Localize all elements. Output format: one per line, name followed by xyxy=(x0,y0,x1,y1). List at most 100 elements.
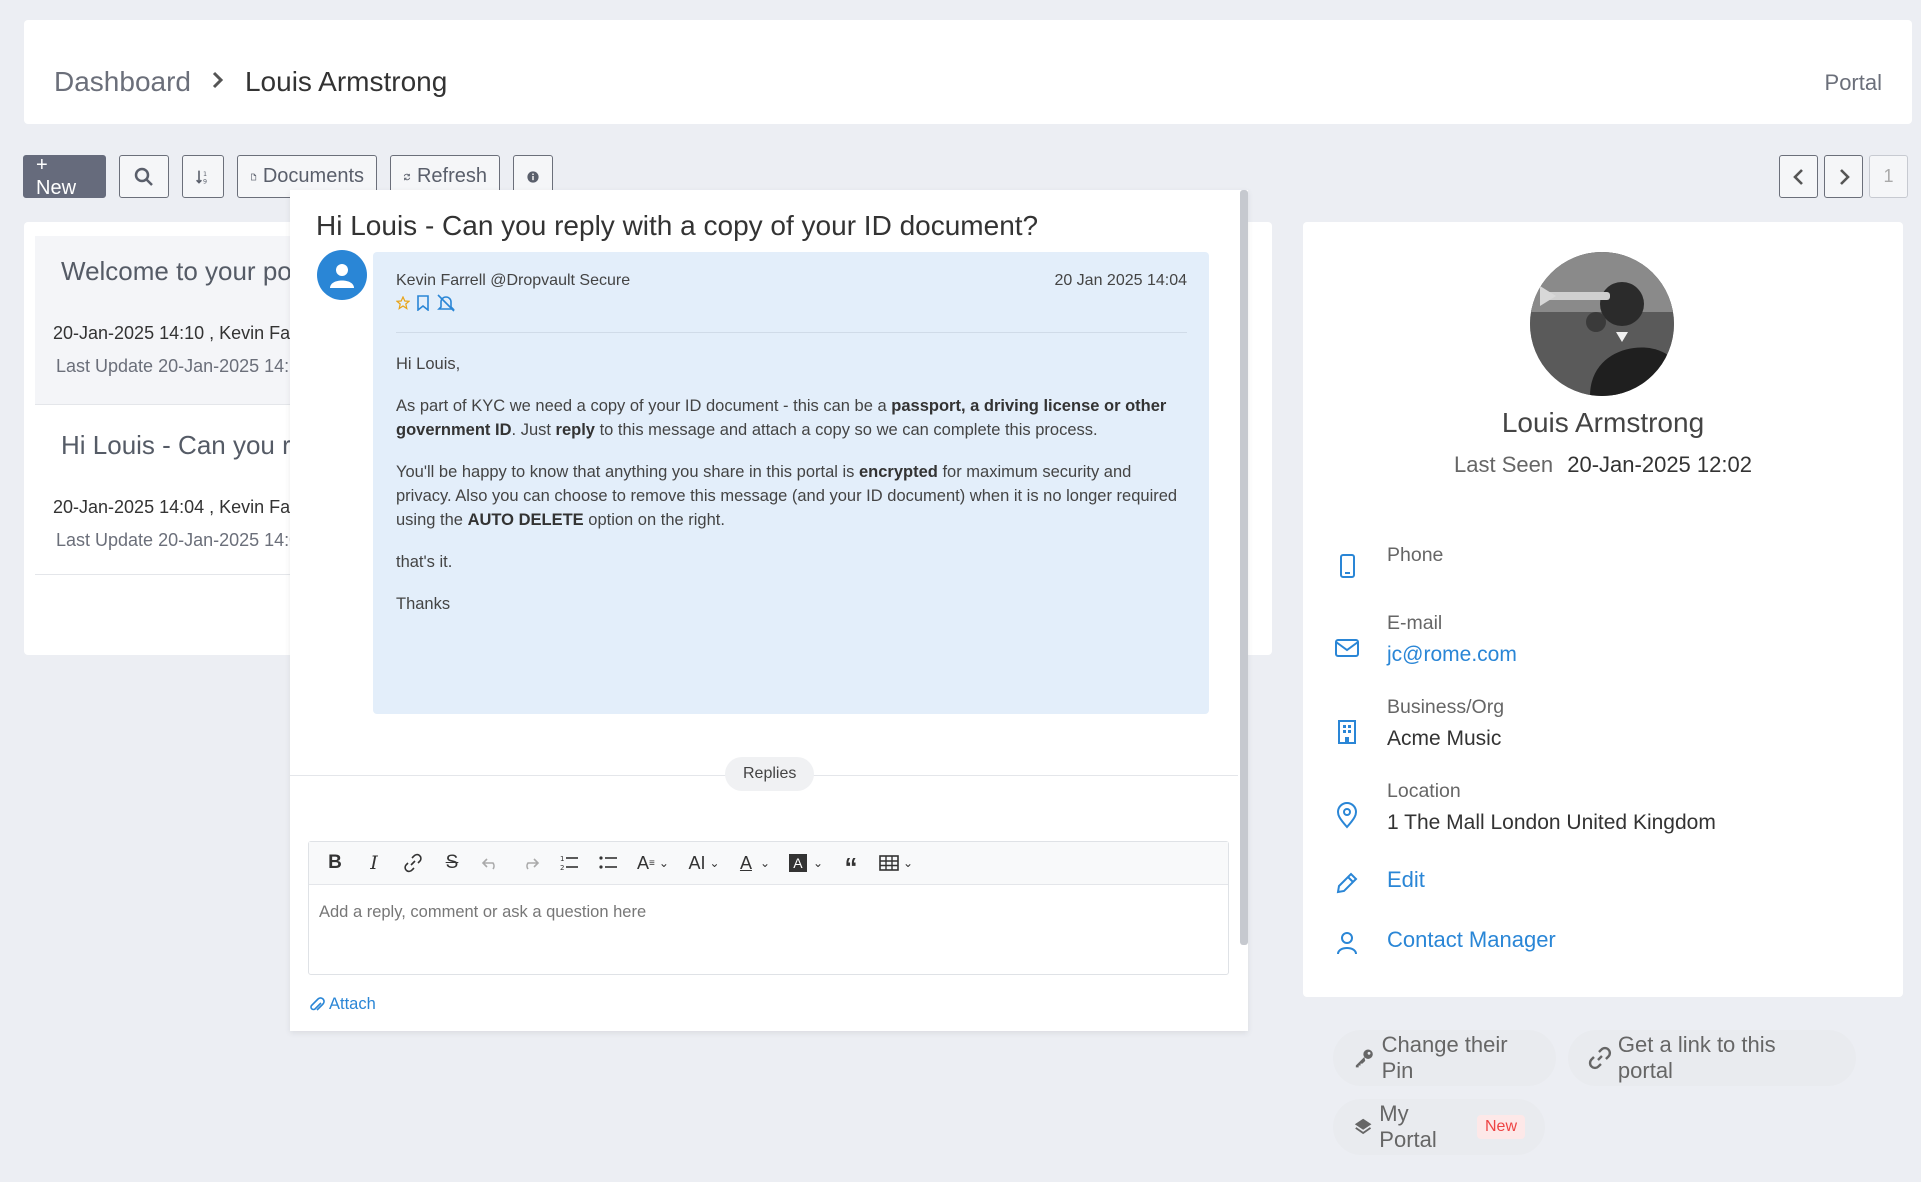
sort-button[interactable]: 19 xyxy=(182,155,224,198)
documents-label: Documents xyxy=(262,165,364,187)
change-pin-label: Change their Pin xyxy=(1381,1032,1508,1083)
paperclip-icon xyxy=(310,996,325,1011)
chevron-right-icon xyxy=(211,69,225,95)
list-item-meta: 20-Jan-2025 14:04 , Kevin Farrell xyxy=(53,497,321,517)
email-link[interactable]: jc@rome.com xyxy=(1387,643,1517,667)
mobile-phone-icon xyxy=(1333,552,1363,582)
redo-icon xyxy=(526,858,540,870)
new-button[interactable]: + New xyxy=(23,154,106,199)
change-pin-button[interactable]: Change their Pin xyxy=(1333,1030,1556,1086)
location-row: Location 1 The Mall London United Kingdo… xyxy=(1333,780,1716,835)
document-icon xyxy=(251,173,257,180)
highlight-color-dropdown[interactable]: A ⌄ xyxy=(782,848,830,878)
email-label: E-mail xyxy=(1387,612,1443,634)
font-style-dropdown[interactable]: A ≡ ⌄ xyxy=(629,848,677,878)
editor-toolbar: B I S 12 A ≡ ⌄ AI ⌄ A ⌄ A ⌄ “ ⌄ xyxy=(309,842,1228,885)
prev-page-button[interactable] xyxy=(1779,155,1818,198)
message-title: Hi Louis - Can you reply with a copy of … xyxy=(316,210,1039,241)
attach-label: Attach xyxy=(329,995,376,1013)
svg-text:1: 1 xyxy=(560,855,564,863)
layers-icon xyxy=(1354,1118,1372,1135)
breadcrumb-current: Louis Armstrong xyxy=(244,66,448,97)
message-greeting: Hi Louis, xyxy=(396,355,461,373)
chevron-right-icon xyxy=(1839,168,1850,185)
page-number: 1 xyxy=(1869,155,1908,198)
list-item-updated: Last Update 20-Jan-2025 14:04 xyxy=(56,530,310,550)
list-item-meta: 20-Jan-2025 14:10 , Kevin Farrell xyxy=(53,323,321,343)
link-button[interactable] xyxy=(395,848,431,878)
bold-button[interactable]: B xyxy=(317,848,353,878)
replies-label: Replies xyxy=(725,757,815,791)
breadcrumb-dashboard-link[interactable]: Dashboard xyxy=(54,66,191,98)
last-seen: Last Seen 20-Jan-2025 12:02 xyxy=(1303,452,1903,478)
message-modal: Hi Louis - Can you reply with a copy of … xyxy=(290,190,1248,1031)
attach-button[interactable]: Attach xyxy=(309,995,376,1014)
edit-row[interactable]: Edit xyxy=(1333,867,1425,899)
my-portal-button[interactable]: My Portal New xyxy=(1333,1099,1545,1155)
list-divider xyxy=(35,404,295,405)
page-header: Dashboard Louis Armstrong Portal xyxy=(24,20,1912,124)
location-value: 1 The Mall London United Kingdom xyxy=(1387,811,1716,834)
sender-avatar xyxy=(317,250,367,300)
org-value: Acme Music xyxy=(1387,727,1502,750)
reply-input[interactable]: Add a reply, comment or ask a question h… xyxy=(309,885,1228,940)
get-link-button[interactable]: Get a link to this portal xyxy=(1568,1030,1856,1086)
next-page-button[interactable] xyxy=(1824,155,1863,198)
refresh-label: Refresh xyxy=(416,165,487,187)
blockquote-button[interactable]: “ xyxy=(833,848,869,880)
bullet-list-button[interactable] xyxy=(590,848,626,878)
undo-button[interactable] xyxy=(473,848,509,878)
user-icon xyxy=(1333,929,1363,959)
search-icon xyxy=(134,167,153,186)
link-icon xyxy=(1588,1046,1612,1070)
my-portal-label: My Portal xyxy=(1379,1101,1437,1152)
message-signoff: Thanks xyxy=(396,595,451,613)
phone-row: Phone xyxy=(1333,544,1443,582)
refresh-icon xyxy=(403,173,411,180)
profile-name: Louis Armstrong xyxy=(1501,407,1705,438)
list-item[interactable]: Welcome to your portal 20-Jan-2025 14:10… xyxy=(35,236,321,404)
org-row: Business/Org Acme Music xyxy=(1333,696,1504,751)
italic-button[interactable]: I xyxy=(356,848,392,878)
pencil-icon xyxy=(1333,869,1363,899)
link-icon xyxy=(404,853,422,873)
table-dropdown[interactable]: ⌄ xyxy=(872,848,920,878)
contact-manager-link[interactable]: Contact Manager xyxy=(1387,927,1556,953)
org-label: Business/Org xyxy=(1387,696,1505,718)
bookmark-icon[interactable] xyxy=(416,295,430,311)
list-item[interactable]: Hi Louis - Can you reply with a copy of … xyxy=(35,410,321,578)
strikethrough-button[interactable]: S xyxy=(434,848,470,878)
message-sender: Kevin Farrell @Dropvault Secure xyxy=(396,272,631,289)
bullet-list-icon xyxy=(599,856,617,869)
breadcrumb: Dashboard Louis Armstrong xyxy=(54,66,447,98)
new-badge: New xyxy=(1476,1115,1525,1139)
ordered-list-icon: 12 xyxy=(560,855,578,872)
modal-scrollbar[interactable] xyxy=(1240,190,1248,945)
ordered-list-button[interactable]: 12 xyxy=(551,848,587,878)
list-item-updated: Last Update 20-Jan-2025 14:10 xyxy=(56,356,310,376)
star-icon[interactable] xyxy=(396,296,410,310)
message-body: Hi Louis, As part of KYC we need a copy … xyxy=(396,352,1181,634)
message-bubble: Kevin Farrell @Dropvault Secure 20 Jan 2… xyxy=(373,252,1209,714)
font-size-dropdown[interactable]: AI ⌄ xyxy=(680,848,728,878)
list-item-title: Hi Louis - Can you reply with a copy of … xyxy=(61,430,295,460)
last-seen-value: 20-Jan-2025 12:02 xyxy=(1567,452,1752,477)
text-color-dropdown[interactable]: A ⌄ xyxy=(731,848,779,878)
sort-icon: 19 xyxy=(196,170,207,185)
building-icon xyxy=(1333,718,1363,748)
portal-link[interactable]: Portal xyxy=(1825,70,1882,96)
message-paragraph: You'll be happy to know that anything yo… xyxy=(396,463,1178,529)
bell-slash-icon[interactable] xyxy=(436,294,456,312)
undo-icon xyxy=(481,858,495,870)
svg-text:9: 9 xyxy=(203,177,207,185)
svg-text:2: 2 xyxy=(560,864,564,872)
message-date: 20 Jan 2025 14:04 xyxy=(1054,272,1187,289)
location-pin-icon xyxy=(1333,802,1363,832)
message-paragraph: As part of KYC we need a copy of your ID… xyxy=(396,397,1167,439)
location-label: Location xyxy=(1387,780,1461,802)
envelope-icon xyxy=(1333,634,1363,664)
edit-link[interactable]: Edit xyxy=(1387,867,1425,893)
redo-button[interactable] xyxy=(512,848,548,878)
search-button[interactable] xyxy=(119,155,169,198)
contact-manager-row[interactable]: Contact Manager xyxy=(1333,927,1556,959)
